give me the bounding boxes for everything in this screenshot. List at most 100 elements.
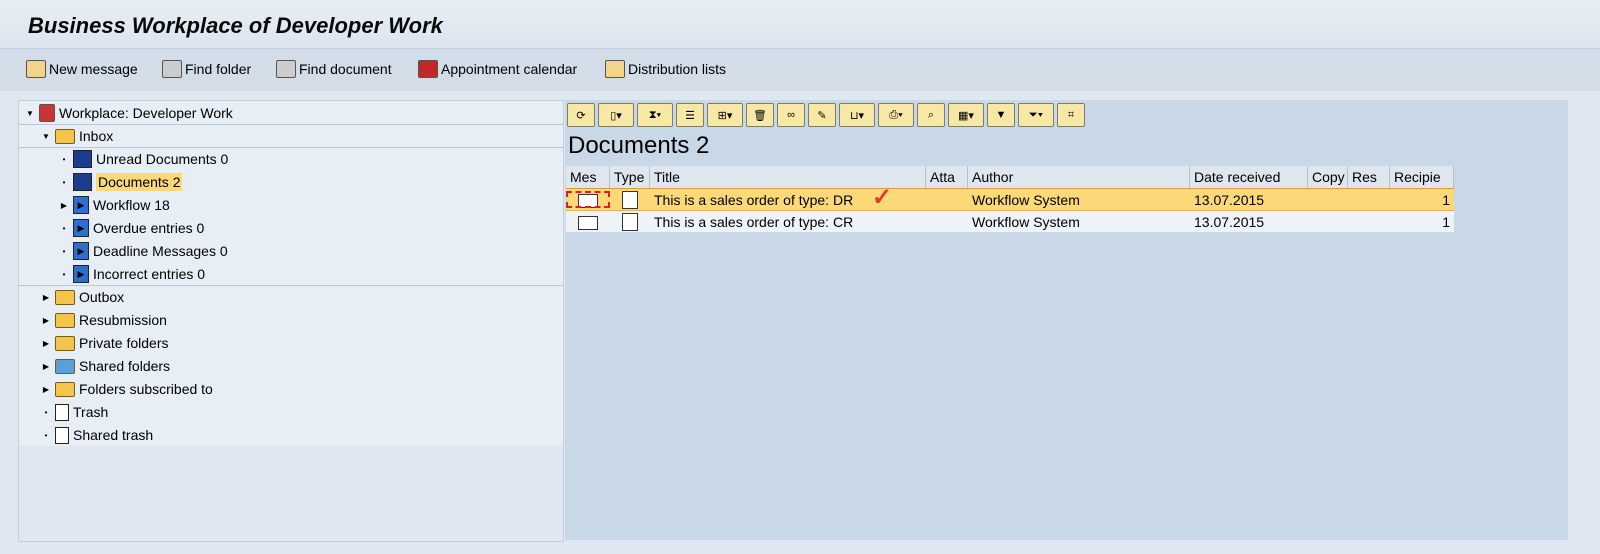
binoculars-icon [162,60,182,78]
documents-table: Mes Type Title Atta Author Date received… [566,166,1454,232]
author-cell: Workflow System [972,191,1080,208]
print-list-icon[interactable]: ☰ [676,103,704,127]
tree-documents[interactable]: • Documents 2 [59,171,183,193]
type-cell [610,212,650,231]
expand-icon[interactable]: ▶ [41,385,51,394]
button-label: Find document [299,61,392,77]
print-icon[interactable]: ⎙▾ [878,103,914,127]
tree-trash[interactable]: • Trash [41,401,108,423]
workflow-icon: ▶ [73,196,89,214]
folder-tree: ▼ Workplace: Developer Work ▼ Inbox • Unrea… [18,100,564,542]
button-label: Distribution lists [628,61,727,77]
collapse-icon[interactable]: ▼ [41,132,51,141]
column-header[interactable]: Mes [566,166,610,189]
tree-private-folders[interactable]: ▶ Private folders [41,332,169,354]
find-folder-button[interactable]: Find folder [162,60,251,78]
button-label: Appointment calendar [441,61,578,77]
envelope-icon [578,193,598,208]
resubmission-icon [55,312,75,328]
edit-icon[interactable]: ✎ [808,103,836,127]
calendar-icon [418,60,438,78]
recipients-cell: 1 [1442,213,1450,230]
column-header[interactable]: Res [1348,166,1390,189]
column-header[interactable]: Date received [1190,166,1308,189]
collapse-icon[interactable]: ▼ [25,109,35,118]
execute-icon[interactable]: ⧗▾ [637,103,673,127]
date-cell: 13.07.2015 [1194,191,1265,208]
button-label: Find folder [185,61,252,77]
tree-label: Folders subscribed to [79,381,213,397]
inbox-icon [55,128,75,144]
expand-icon[interactable]: ▶ [41,293,51,302]
tree-outbox[interactable]: ▶ Outbox [41,286,124,308]
button-label: New message [49,61,138,77]
tree-inbox[interactable]: ▼ Inbox [41,125,113,147]
tree-label: Shared trash [73,427,154,443]
new-message-icon [26,60,46,78]
workflow-icon: ▶ [73,242,89,260]
document-type-icon [622,190,638,209]
tree-incorrect-entries[interactable]: • ▶ Incorrect entries 0 [59,263,205,285]
document-folder-icon [73,173,92,191]
appointment-calendar-button[interactable]: Appointment calendar [418,60,577,78]
document-list-panel: ⟳ ▯▾ ⧗▾ ☰ ⊞▾ 🗑 ∞ ✎ ⊔▾ ⎙▾ ⌕ ▦▾ ▼ ⏷▾ ⌗ Doc… [565,100,1568,540]
column-header[interactable]: Copy [1308,166,1348,189]
message-cell[interactable] [566,191,610,208]
tree-label: Unread Documents 0 [96,151,229,167]
glasses-icon[interactable]: ∞ [777,103,805,127]
tree-label: Overdue entries 0 [93,220,205,236]
tree-deadline-messages[interactable]: • ▶ Deadline Messages 0 [59,240,228,262]
application-toolbar: New message Find folder Find document Ap… [0,48,1600,91]
column-header[interactable]: Recipie [1390,166,1454,189]
move-icon[interactable]: ⊞▾ [707,103,743,127]
tree-folders-subscribed[interactable]: ▶ Folders subscribed to [41,378,213,400]
expand-icon[interactable]: ▶ [59,201,69,210]
layout-icon[interactable]: ▦▾ [948,103,984,127]
tree-unread-documents[interactable]: • Unread Documents 0 [59,148,228,170]
shared-folder-icon [55,358,75,374]
delete-icon[interactable]: 🗑 [746,103,774,127]
filter-icon[interactable]: ⏷▾ [1018,103,1054,127]
tree-shared-trash[interactable]: • Shared trash [41,424,153,446]
expand-icon[interactable]: ▶ [41,316,51,325]
column-header[interactable]: Atta [926,166,968,189]
find-icon[interactable]: ⌗ [1057,103,1085,127]
tree-label: Inbox [79,128,114,144]
date-cell: 13.07.2015 [1194,213,1265,230]
tree-label: Documents 2 [96,173,183,191]
tree-label: Incorrect entries 0 [93,266,206,282]
attachment-icon[interactable]: ⊔▾ [839,103,875,127]
sort-icon[interactable]: ▼ [987,103,1015,127]
tree-shared-folders[interactable]: ▶ Shared folders [41,355,170,377]
distribution-lists-button[interactable]: Distribution lists [605,60,726,78]
tree-root[interactable]: ▼ Workplace: Developer Work [25,102,233,124]
workflow-icon: ▶ [73,219,89,237]
tree-workflow[interactable]: ▶ ▶ Workflow 18 [59,194,170,216]
table-row[interactable]: This is a sales order of type: CR Workfl… [566,211,1454,232]
tree-label: Resubmission [79,312,167,328]
type-cell [610,190,650,209]
new-document-icon[interactable]: ▯▾ [598,103,634,127]
binoculars-icon [276,60,296,78]
tree-resubmission[interactable]: ▶ Resubmission [41,309,167,331]
find-document-button[interactable]: Find document [276,60,392,78]
tree-label: Shared folders [79,358,171,374]
page-title: Business Workplace of Developer Work [28,13,443,38]
new-message-button[interactable]: New message [26,60,138,78]
tree-label: Deadline Messages 0 [93,243,228,259]
message-cell[interactable] [566,213,610,230]
column-header[interactable]: Author [968,166,1190,189]
column-header[interactable]: Type [610,166,650,189]
workplace-icon [39,104,55,122]
tree-label: Workplace: Developer Work [59,105,233,121]
table-row[interactable]: This is a sales order of type: DR Workfl… [566,184,1454,211]
document-folder-icon [73,150,92,168]
tree-overdue-entries[interactable]: • ▶ Overdue entries 0 [59,217,204,239]
search-icon[interactable]: ⌕ [917,103,945,127]
workflow-icon: ▶ [73,265,89,283]
expand-icon[interactable]: ▶ [41,339,51,348]
expand-icon[interactable]: ▶ [41,362,51,371]
refresh-icon[interactable]: ⟳ [567,103,595,127]
title-cell[interactable]: This is a sales order of type: CR [650,214,926,230]
list-toolbar: ⟳ ▯▾ ⧗▾ ☰ ⊞▾ 🗑 ∞ ✎ ⊔▾ ⎙▾ ⌕ ▦▾ ▼ ⏷▾ ⌗ [567,103,1085,127]
